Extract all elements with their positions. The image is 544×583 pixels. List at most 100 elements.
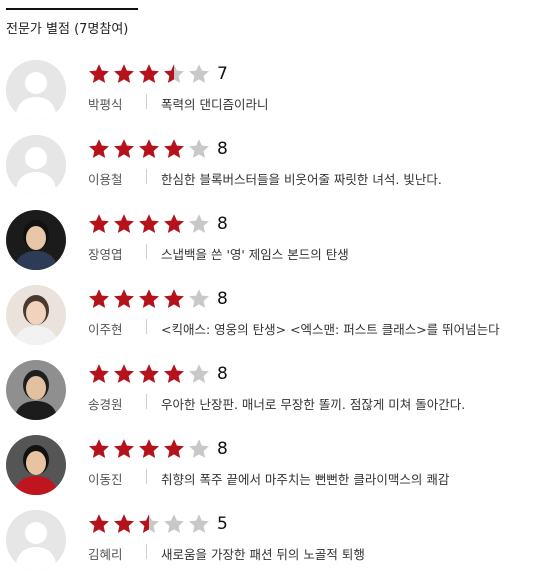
star-icon (113, 438, 135, 460)
star-icon (138, 288, 160, 310)
star-icon (163, 288, 185, 310)
score-value: 8 (217, 289, 228, 309)
star-icon (188, 138, 210, 160)
review-comment: 새로움을 가장한 패션 뒤의 노골적 퇴행 (161, 547, 365, 562)
star-icon (163, 438, 185, 460)
star-rating: 5 (88, 513, 228, 535)
star-rating: 8 (88, 213, 228, 235)
star-icon (88, 63, 110, 85)
critic-name[interactable]: 김혜리 (88, 544, 146, 563)
star-fill (138, 513, 149, 535)
star-rating: 8 (88, 438, 228, 460)
star-icon (113, 363, 135, 385)
star-icon (188, 513, 210, 535)
star-icon (113, 513, 135, 535)
star-icon (188, 63, 210, 85)
star-rating: 8 (88, 288, 228, 310)
star-icon (88, 213, 110, 235)
critic-name[interactable]: 이동진 (88, 469, 146, 488)
star-icon (138, 213, 160, 235)
score-value: 7 (217, 64, 228, 84)
star-icon (113, 63, 135, 85)
score-value: 5 (217, 514, 228, 534)
star-fill (138, 288, 160, 310)
review-comment: 취향의 폭주 끝에서 마주치는 뻔뻔한 클라이맥스의 쾌감 (161, 472, 450, 487)
star-icon (113, 138, 135, 160)
star-fill (88, 288, 110, 310)
star-fill (138, 363, 160, 385)
critic-name[interactable]: 장영엽 (88, 244, 146, 263)
star-icon (163, 63, 185, 85)
star-fill (88, 513, 110, 535)
critic-name[interactable]: 이용철 (88, 169, 146, 188)
star-icon (138, 363, 160, 385)
star-fill (163, 363, 185, 385)
review-item: 8 이동진 취향의 폭주 끝에서 마주치는 뻔뻔한 클라이맥스의 쾌감 (6, 433, 542, 508)
critic-name[interactable]: 송경원 (88, 394, 146, 413)
star-fill (88, 363, 110, 385)
star-icon (188, 288, 210, 310)
review-item: 8 송경원 우아한 난장판. 매너로 무장한 똘끼. 점잖게 미쳐 돌아간다. (6, 358, 542, 433)
divider (146, 469, 147, 484)
section-title: 전문가 별점 (7명참여) (6, 8, 138, 37)
star-rating: 7 (88, 63, 228, 85)
star-fill (163, 288, 185, 310)
star-fill (163, 213, 185, 235)
review-item: 8 장영엽 스냅백을 쓴 '영' 제임스 본드의 탄생 (6, 208, 542, 283)
review-list: 7 박평식 폭력의 댄디즘이라니 8 이용철 한심한 블록버스터들을 비웃어줄 … (6, 58, 542, 583)
divider (146, 544, 147, 559)
star-icon (88, 438, 110, 460)
review-item: 8 이주현 <킥애스: 영웅의 탄생> <엑스맨: 퍼스트 클래스>를 뛰어넘는… (6, 283, 542, 358)
score-value: 8 (217, 364, 228, 384)
star-icon (138, 513, 160, 535)
star-fill (113, 213, 135, 235)
star-fill (113, 138, 135, 160)
star-icon (163, 513, 185, 535)
review-comment: 폭력의 댄디즘이라니 (161, 97, 269, 112)
avatar[interactable] (6, 285, 66, 345)
review-item: 8 이용철 한심한 블록버스터들을 비웃어줄 짜릿한 녀석. 빛난다. (6, 133, 542, 208)
review-comment: <킥애스: 영웅의 탄생> <엑스맨: 퍼스트 클래스>를 뛰어넘는다 (161, 322, 500, 337)
star-fill (113, 363, 135, 385)
divider (146, 394, 147, 409)
avatar[interactable] (6, 435, 66, 495)
star-icon (188, 213, 210, 235)
star-fill (113, 288, 135, 310)
star-fill (113, 513, 135, 535)
star-fill (163, 438, 185, 460)
star-icon (188, 363, 210, 385)
star-icon (163, 363, 185, 385)
review-comment: 스냅백을 쓴 '영' 제임스 본드의 탄생 (161, 247, 349, 262)
divider (146, 244, 147, 259)
star-fill (138, 138, 160, 160)
star-icon (113, 288, 135, 310)
star-icon (188, 438, 210, 460)
divider (146, 169, 147, 184)
divider (146, 94, 147, 109)
review-item: 5 김혜리 새로움을 가장한 패션 뒤의 노골적 퇴행 (6, 508, 542, 583)
star-fill (88, 138, 110, 160)
star-fill (138, 438, 160, 460)
star-fill (113, 438, 135, 460)
star-icon (138, 63, 160, 85)
star-icon (88, 363, 110, 385)
avatar[interactable] (6, 360, 66, 420)
avatar[interactable] (6, 135, 66, 195)
star-icon (163, 138, 185, 160)
score-value: 8 (217, 439, 228, 459)
star-icon (163, 213, 185, 235)
avatar[interactable] (6, 510, 66, 570)
star-fill (163, 138, 185, 160)
critic-name[interactable]: 이주현 (88, 319, 146, 338)
critic-name[interactable]: 박평식 (88, 94, 146, 113)
star-fill (138, 213, 160, 235)
review-comment: 한심한 블록버스터들을 비웃어줄 짜릿한 녀석. 빛난다. (161, 172, 442, 187)
star-fill (88, 213, 110, 235)
star-icon (88, 288, 110, 310)
avatar[interactable] (6, 210, 66, 270)
avatar[interactable] (6, 60, 66, 120)
star-fill (113, 63, 135, 85)
star-fill (138, 63, 160, 85)
star-fill (163, 63, 174, 85)
score-value: 8 (217, 214, 228, 234)
